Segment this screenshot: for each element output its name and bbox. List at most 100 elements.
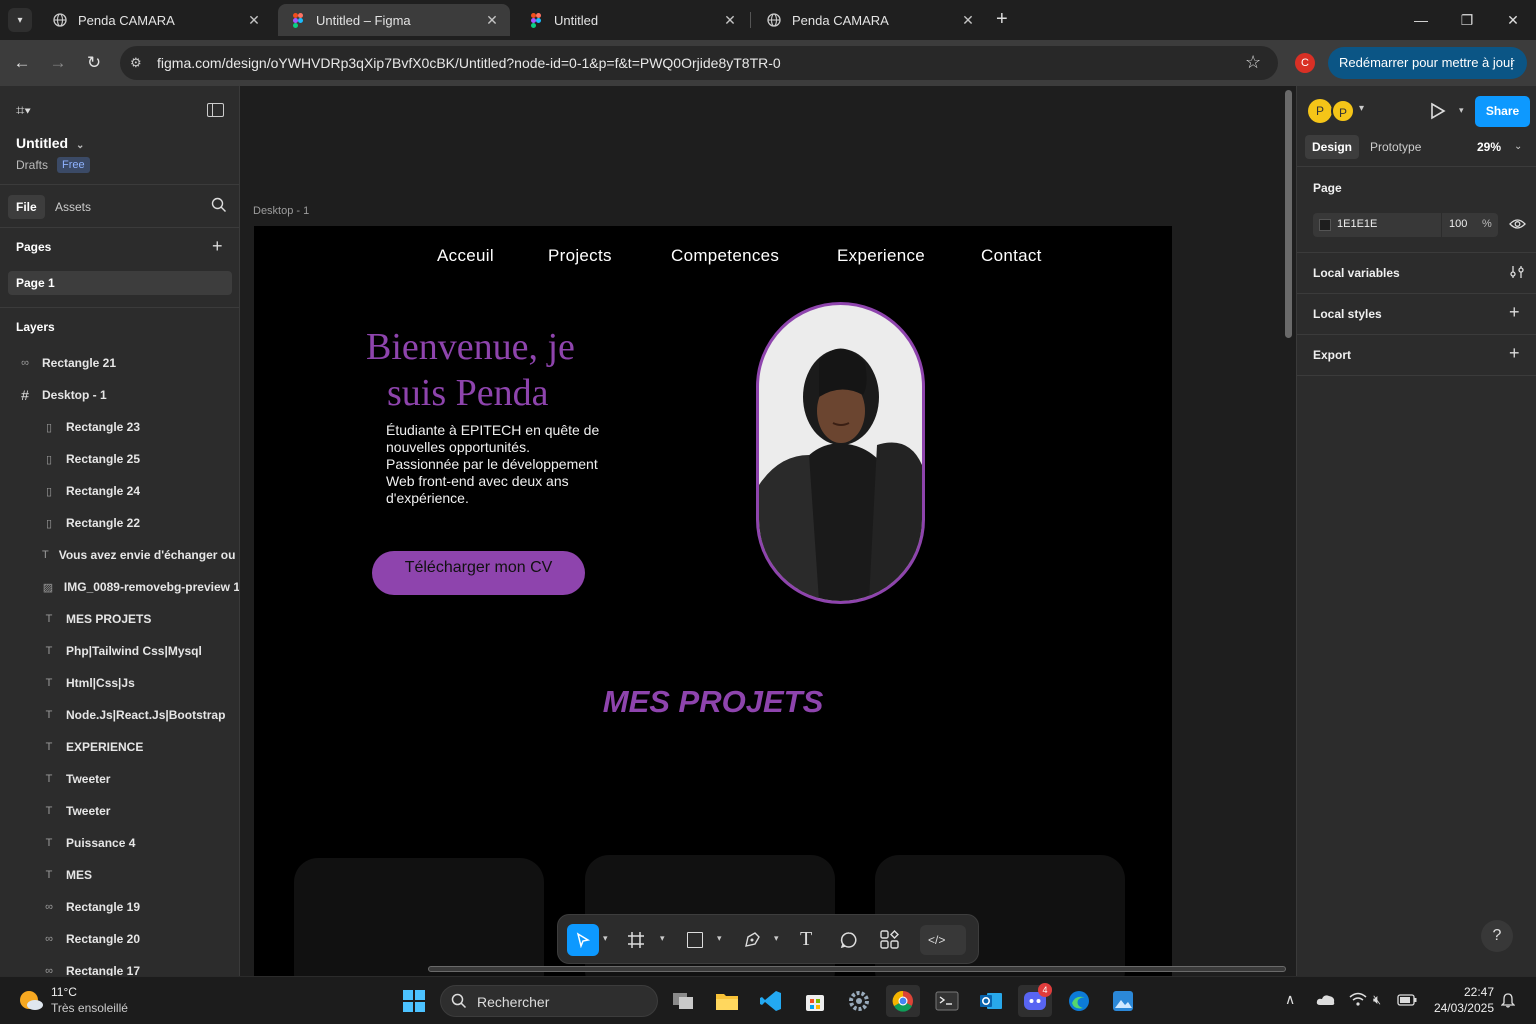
help-icon[interactable]: ? (1481, 920, 1513, 952)
vscode-icon[interactable] (754, 985, 788, 1017)
file-location[interactable]: Drafts (16, 158, 48, 172)
clock-time[interactable]: 22:47 (1430, 985, 1494, 999)
speaker-muted-icon[interactable]: 🔇︎ (1373, 992, 1381, 1008)
nav-link-contact[interactable]: Contact (981, 246, 1042, 266)
zoom-level[interactable]: 29% (1477, 140, 1501, 154)
nav-link-experience[interactable]: Experience (837, 246, 925, 266)
address-bar[interactable]: ⚙ figma.com/design/oYWHVDRp3qXip7BvfX0cB… (120, 46, 1278, 80)
layer-row[interactable]: ∞ Rectangle 21 (0, 347, 239, 379)
task-view-icon[interactable] (666, 985, 700, 1017)
local-variables-heading[interactable]: Local variables (1313, 266, 1400, 280)
tab-prototype[interactable]: Prototype (1370, 135, 1421, 159)
chevron-down-icon[interactable]: ▾ (603, 933, 608, 944)
layer-row[interactable]: T MES (0, 859, 239, 891)
layer-row[interactable]: ▯ Rectangle 23 (0, 411, 239, 443)
vertical-scrollbar[interactable] (1285, 90, 1292, 338)
weather-temp[interactable]: 11°C (51, 985, 77, 999)
photos-icon[interactable] (1106, 985, 1140, 1017)
weather-sun-icon[interactable] (18, 989, 44, 1011)
avatar[interactable]: P (1331, 99, 1355, 123)
chevron-down-icon[interactable]: ▾ (717, 933, 722, 944)
variables-settings-icon[interactable] (1510, 265, 1524, 284)
horizontal-scrollbar[interactable] (428, 966, 1286, 972)
nav-link-projects[interactable]: Projects (548, 246, 612, 266)
page-color-value[interactable]: 1E1E1E (1337, 218, 1377, 230)
layer-row[interactable]: T Puissance 4 (0, 827, 239, 859)
present-play-icon[interactable] (1430, 102, 1446, 125)
wifi-icon[interactable] (1349, 991, 1367, 1012)
add-export-icon[interactable]: + (1509, 343, 1520, 364)
tab-design[interactable]: Design (1305, 135, 1360, 159)
eye-icon[interactable] (1509, 217, 1526, 236)
chevron-down-icon[interactable]: ▾ (660, 933, 665, 944)
layer-row[interactable]: T Tweeter (0, 763, 239, 795)
layer-row[interactable]: T MES PROJETS (0, 603, 239, 635)
file-name[interactable]: Untitled ⌄ (16, 135, 84, 151)
layer-row[interactable]: T Php|Tailwind Css|Mysql (0, 635, 239, 667)
tray-chevron-icon[interactable]: ∧ (1285, 991, 1295, 1008)
close-window-icon[interactable]: ✕ (1490, 0, 1536, 40)
page-item[interactable]: Page 1 (8, 271, 232, 295)
chevron-down-icon[interactable]: ▾ (774, 933, 779, 944)
chevron-down-icon[interactable]: ▾ (1359, 103, 1364, 114)
export-heading[interactable]: Export (1313, 348, 1351, 362)
rectangle-tool-icon[interactable] (687, 932, 703, 948)
avatar[interactable]: P (1308, 99, 1332, 123)
add-style-icon[interactable]: + (1509, 302, 1520, 323)
layer-row[interactable]: ∞ Rectangle 19 (0, 891, 239, 923)
onedrive-icon[interactable] (1316, 992, 1336, 1011)
layer-row[interactable]: T Tweeter (0, 795, 239, 827)
battery-icon[interactable] (1397, 993, 1417, 1011)
new-tab-icon[interactable]: + (996, 9, 1008, 29)
discord-icon[interactable]: 4 (1018, 983, 1052, 1017)
project-card[interactable] (294, 858, 544, 976)
weather-desc[interactable]: Très ensoleillé (51, 1001, 128, 1015)
add-page-icon[interactable]: + (212, 236, 223, 257)
microsoft-store-icon[interactable] (798, 985, 832, 1017)
tab-search-button[interactable]: ▾ (8, 8, 32, 32)
components-tool-icon[interactable] (880, 930, 899, 954)
layer-row[interactable]: ▨ IMG_0089-removebg-preview 1 (0, 571, 239, 603)
file-explorer-icon[interactable] (710, 985, 744, 1017)
layer-row[interactable]: ▯ Rectangle 24 (0, 475, 239, 507)
layer-row[interactable]: ∞ Rectangle 17 (0, 955, 239, 976)
figma-menu-icon[interactable]: ⌗▾ (16, 102, 31, 119)
frame-tool-icon[interactable] (627, 931, 645, 954)
windows-start-icon[interactable] (397, 985, 431, 1017)
site-settings-icon[interactable]: ⚙ (130, 55, 142, 71)
minimize-icon[interactable]: — (1398, 0, 1444, 40)
download-cv-button[interactable]: Télécharger mon CV (372, 551, 585, 595)
dev-mode-icon[interactable]: </> (920, 925, 966, 955)
layer-row[interactable]: T Html|Css|Js (0, 667, 239, 699)
page-opacity-value[interactable]: 100 (1449, 218, 1467, 230)
local-styles-heading[interactable]: Local styles (1313, 307, 1382, 321)
layer-row[interactable]: # Desktop - 1 (0, 379, 239, 411)
layer-row[interactable]: ▯ Rectangle 25 (0, 443, 239, 475)
desktop-frame[interactable]: Acceuil Projects Competences Experience … (254, 226, 1172, 976)
search-icon[interactable] (211, 197, 227, 218)
design-canvas[interactable]: Desktop - 1 Acceuil Projects Competences… (241, 86, 1295, 976)
chevron-down-icon[interactable]: ▾ (1459, 105, 1464, 116)
panel-toggle-icon[interactable] (207, 103, 224, 117)
layer-row[interactable]: T EXPERIENCE (0, 731, 239, 763)
text-tool-icon[interactable]: T (800, 928, 812, 951)
browser-tab-2[interactable]: Untitled – Figma ✕ (278, 4, 510, 36)
outlook-icon[interactable] (974, 985, 1008, 1017)
bookmark-star-icon[interactable]: ☆ (1245, 52, 1261, 73)
reload-icon[interactable]: ↻ (81, 50, 107, 76)
close-tab-icon[interactable]: ✕ (484, 12, 500, 28)
layer-row[interactable]: T Vous avez envie d'échanger ou si (0, 539, 239, 571)
chrome-icon[interactable] (886, 985, 920, 1017)
frame-label[interactable]: Desktop - 1 (253, 205, 309, 217)
close-tab-icon[interactable]: ✕ (722, 12, 738, 28)
tab-file[interactable]: File (8, 195, 45, 219)
tab-assets[interactable]: Assets (55, 195, 91, 219)
restore-icon[interactable]: ❐ (1444, 0, 1490, 40)
close-tab-icon[interactable]: ✕ (246, 12, 262, 28)
terminal-icon[interactable] (930, 985, 964, 1017)
forward-icon[interactable]: → (45, 50, 71, 76)
profile-avatar[interactable]: C (1295, 53, 1315, 73)
clock-date[interactable]: 24/03/2025 (1430, 1001, 1494, 1015)
color-swatch[interactable] (1319, 219, 1331, 231)
browser-tab-3[interactable]: Untitled ✕ (516, 4, 748, 36)
